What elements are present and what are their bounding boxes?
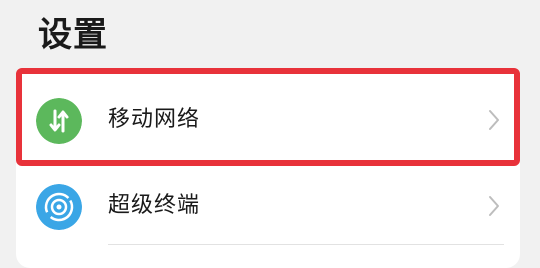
settings-item-label: 超级终端 [108,193,201,218]
chevron-right-icon [488,109,500,131]
chevron-right-icon [488,195,500,217]
settings-item-mobile-network[interactable]: 移动网络 [16,76,520,164]
settings-item-label: 移动网络 [108,107,201,132]
mobile-data-icon [36,98,82,144]
list-divider [108,244,504,245]
settings-item-super-device[interactable]: 超级终端 [16,162,520,250]
page-title: 设置 [38,15,108,55]
super-device-icon [36,184,82,230]
